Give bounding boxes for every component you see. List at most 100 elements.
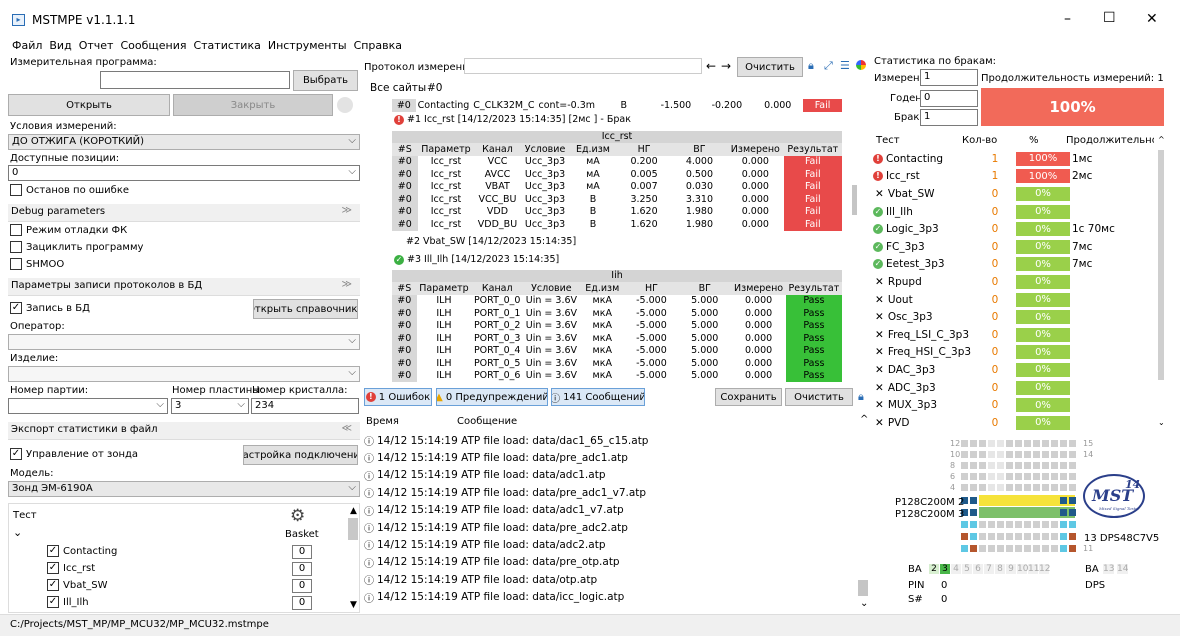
scroll-down-icon[interactable]: ▼ bbox=[350, 600, 357, 610]
wafer-cell[interactable] bbox=[1015, 462, 1022, 469]
wafer-cell[interactable] bbox=[1042, 509, 1049, 516]
minimize-button[interactable]: – bbox=[1064, 11, 1071, 27]
wafer-cell[interactable] bbox=[1015, 521, 1022, 528]
test-item-ill-ilh[interactable]: ✓ Ill_Ilh bbox=[47, 596, 89, 608]
stats-row[interactable]: ✕ DAC_3p3 0 0% bbox=[873, 361, 1163, 379]
db-write-checkbox[interactable]: ✓ Запись в БД bbox=[10, 302, 90, 314]
wafer-cell[interactable] bbox=[1024, 462, 1031, 469]
message-row[interactable]: ⓘ 14/12 15:14:19 ATP file load: data/adc2… bbox=[364, 536, 605, 553]
scroll-up-icon[interactable]: ^ bbox=[860, 414, 868, 425]
wafer-cell[interactable] bbox=[1042, 484, 1049, 491]
wafer-cell[interactable] bbox=[970, 473, 977, 480]
wafer-cell[interactable] bbox=[1051, 473, 1058, 480]
close-program-button[interactable]: Закрыть bbox=[173, 94, 333, 116]
debug-section-header[interactable]: Debug parameters ≫ bbox=[8, 204, 360, 222]
wafer-cell[interactable] bbox=[1015, 509, 1022, 516]
wafer-cell[interactable] bbox=[1024, 473, 1031, 480]
menu-help[interactable]: Справка bbox=[354, 39, 402, 52]
wafer-cell[interactable] bbox=[1069, 462, 1076, 469]
column-header[interactable]: Канал bbox=[471, 282, 524, 295]
errors-filter-button[interactable]: ! 1 Ошибок bbox=[364, 388, 432, 406]
wafer-cell[interactable] bbox=[997, 473, 1004, 480]
column-header[interactable]: Результат bbox=[785, 282, 842, 295]
stats-row[interactable]: ! Icc_rst 1 100% 2мс bbox=[873, 168, 1163, 186]
menu-messages[interactable]: Сообщения bbox=[120, 39, 186, 52]
test-item-vbat-sw[interactable]: ✓ Vbat_SW bbox=[47, 579, 107, 591]
table-row[interactable]: #0 ILH PORT_0_4 Uin = 3.6V мкА -5.000 5.000 0.0… bbox=[392, 344, 842, 357]
wafer-cell[interactable] bbox=[997, 497, 1004, 504]
wafer-cell[interactable] bbox=[1060, 533, 1067, 540]
expand-icon[interactable]: ⤢ bbox=[824, 59, 833, 73]
wafer-cell[interactable] bbox=[1042, 462, 1049, 469]
loop-program-checkbox[interactable]: Зациклить программу bbox=[10, 241, 143, 253]
wafer-cell[interactable] bbox=[1015, 440, 1022, 447]
wafer-cell[interactable] bbox=[1024, 509, 1031, 516]
wafer-cell[interactable] bbox=[979, 451, 986, 458]
warnings-filter-button[interactable]: ▲0 Предупреждений bbox=[436, 388, 548, 406]
table-row[interactable]: #0 ILH PORT_0_5 Uin = 3.6V мкА -5.000 5.000 0.0… bbox=[392, 357, 842, 370]
wafer-cell[interactable] bbox=[979, 545, 986, 552]
column-header[interactable]: #S bbox=[392, 282, 417, 295]
wafer-cell[interactable] bbox=[1051, 521, 1058, 528]
program-input[interactable] bbox=[100, 71, 290, 89]
wafer-cell[interactable] bbox=[1060, 440, 1067, 447]
wafer-cell[interactable] bbox=[1069, 473, 1076, 480]
stats-row[interactable]: ✕ PVD 0 0% bbox=[873, 414, 1163, 432]
scroll-down-icon[interactable]: ⌄ bbox=[860, 598, 868, 609]
basket-input[interactable]: 0 bbox=[292, 562, 312, 576]
wafer-cell[interactable] bbox=[1060, 509, 1067, 516]
stop-on-error-checkbox[interactable]: Останов по ошибке bbox=[10, 184, 129, 196]
wafer-cell[interactable] bbox=[997, 509, 1004, 516]
ba-cell[interactable]: 4 bbox=[951, 564, 961, 574]
menu-tools[interactable]: Инструменты bbox=[268, 39, 347, 52]
wafer-cell[interactable] bbox=[1006, 497, 1013, 504]
wafer-cell[interactable] bbox=[961, 462, 968, 469]
wafer-cell[interactable] bbox=[1033, 451, 1040, 458]
message-row[interactable]: ⓘ 14/12 15:14:19 ATP file load: data/otp.… bbox=[364, 571, 597, 588]
wafer-cell[interactable] bbox=[1051, 533, 1058, 540]
menu-view[interactable]: Вид bbox=[49, 39, 71, 52]
wafer-cell[interactable] bbox=[988, 533, 995, 540]
ba-cell[interactable]: 11 bbox=[1028, 564, 1039, 574]
column-header[interactable]: НГ bbox=[624, 282, 679, 295]
messages-scrollbar-thumb[interactable] bbox=[858, 580, 868, 596]
wafer-cell[interactable] bbox=[988, 545, 995, 552]
wafer-cell[interactable] bbox=[1033, 533, 1040, 540]
table-row[interactable]: #0 ILH PORT_0_6 Uin = 3.6V мкА -5.000 5.000 0.0… bbox=[392, 369, 842, 382]
stats-row[interactable]: ✕ Freq_HSI_C_3p3 0 0% bbox=[873, 344, 1163, 362]
column-header[interactable]: Ед.изм bbox=[569, 143, 617, 156]
table-row[interactable]: #0 Icc_rst VBAT Ucc_3p3 мА 0.007 0.030 0.000 Fai… bbox=[392, 180, 842, 193]
lock-icon[interactable]: 🔒︎ bbox=[858, 390, 864, 404]
close-button[interactable]: ✕ bbox=[1146, 11, 1158, 27]
basket-input[interactable]: 0 bbox=[292, 596, 312, 610]
connection-settings-button[interactable]: Настройка подключения bbox=[243, 445, 358, 465]
probe-control-checkbox[interactable]: ✓ Управление от зонда bbox=[10, 448, 138, 460]
wafer-cell[interactable] bbox=[1006, 533, 1013, 540]
table-row[interactable]: #0 ILH PORT_0_3 Uin = 3.6V мкА -5.000 5.000 0.0… bbox=[392, 332, 842, 345]
wafer-cell[interactable] bbox=[997, 451, 1004, 458]
operator-select[interactable]: ⌵ bbox=[8, 334, 360, 350]
batch-select[interactable]: ⌵ bbox=[8, 398, 168, 414]
wafer-cell[interactable] bbox=[970, 533, 977, 540]
nav-forward-icon[interactable]: → bbox=[721, 59, 731, 73]
wafer-cell[interactable] bbox=[1051, 509, 1058, 516]
wafer-cell[interactable] bbox=[988, 451, 995, 458]
wafer-cell[interactable] bbox=[961, 521, 968, 528]
wafer-cell[interactable] bbox=[979, 509, 986, 516]
ba-cell[interactable]: 6 bbox=[973, 564, 983, 574]
chip-number-input[interactable]: 234 bbox=[251, 398, 359, 414]
wafer-cell[interactable] bbox=[1033, 484, 1040, 491]
wafer-cell[interactable] bbox=[1015, 451, 1022, 458]
wafer-cell[interactable] bbox=[1024, 545, 1031, 552]
wafer-cell[interactable] bbox=[988, 473, 995, 480]
column-header[interactable]: ВГ bbox=[671, 143, 728, 156]
wafer-cell[interactable] bbox=[961, 440, 968, 447]
column-header[interactable]: Параметр bbox=[416, 282, 472, 295]
protocol-clear-button[interactable]: Очистить bbox=[737, 57, 803, 77]
wafer-cell[interactable] bbox=[988, 521, 995, 528]
menu-file[interactable]: Файл bbox=[12, 39, 42, 52]
wafer-cell[interactable] bbox=[1033, 497, 1040, 504]
section-icc-rst-header[interactable]: ! #1 Icc_rst [14/12/2023 15:14:35] [2мс ]… bbox=[394, 114, 631, 125]
wafer-cell[interactable] bbox=[1060, 462, 1067, 469]
protocol-scrollbar-thumb[interactable] bbox=[852, 185, 857, 215]
